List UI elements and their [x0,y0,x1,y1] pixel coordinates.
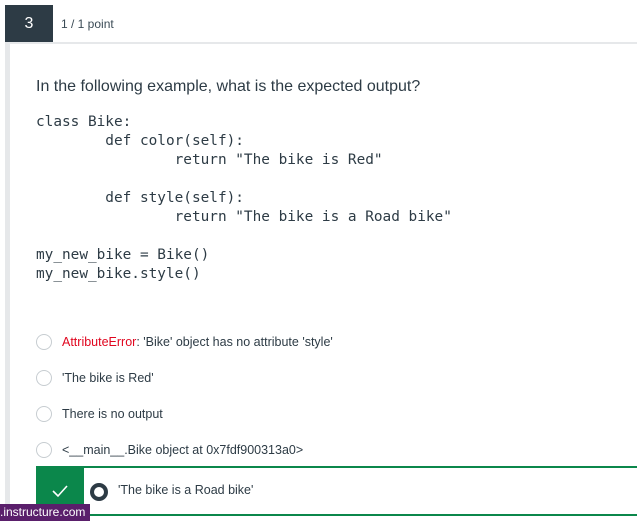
answer-label: AttributeError: 'Bike' object has no att… [62,335,333,349]
radio-button[interactable] [36,334,52,350]
answer-label: 'The bike is Red' [62,371,154,385]
answer-option-4[interactable]: <__main__.Bike object at 0x7fdf900313a0> [36,437,303,463]
quiz-question-page: 3 1 / 1 point In the following example, … [0,0,637,521]
question-left-rule [5,42,10,521]
question-header-rule [5,42,637,44]
answer-option-2[interactable]: 'The bike is Red' [36,365,154,391]
question-number: 3 [5,5,53,42]
radio-button[interactable] [36,370,52,386]
answer-option-3[interactable]: There is no output [36,401,163,427]
answer-option-1[interactable]: AttributeError: 'Bike' object has no att… [36,329,333,355]
checkmark-icon [52,485,68,498]
answer-label: 'The bike is a Road bike' [118,483,254,497]
error-prefix: AttributeError [62,335,137,349]
site-watermark: .instructure.com [0,504,91,521]
question-prompt: In the following example, what is the ex… [36,78,421,95]
answer-label: There is no output [62,407,163,421]
radio-button[interactable] [36,406,52,422]
radio-button[interactable] [36,442,52,458]
answer-option-5-correct[interactable]: 'The bike is a Road bike' [36,466,637,516]
answer-text: : 'Bike' object has no attribute 'style' [136,335,333,349]
answer-label: <__main__.Bike object at 0x7fdf900313a0> [62,443,304,457]
radio-button-selected[interactable] [90,483,108,501]
code-block: class Bike: def color(self): return "The… [36,114,452,282]
question-points: 1 / 1 point [61,17,114,31]
